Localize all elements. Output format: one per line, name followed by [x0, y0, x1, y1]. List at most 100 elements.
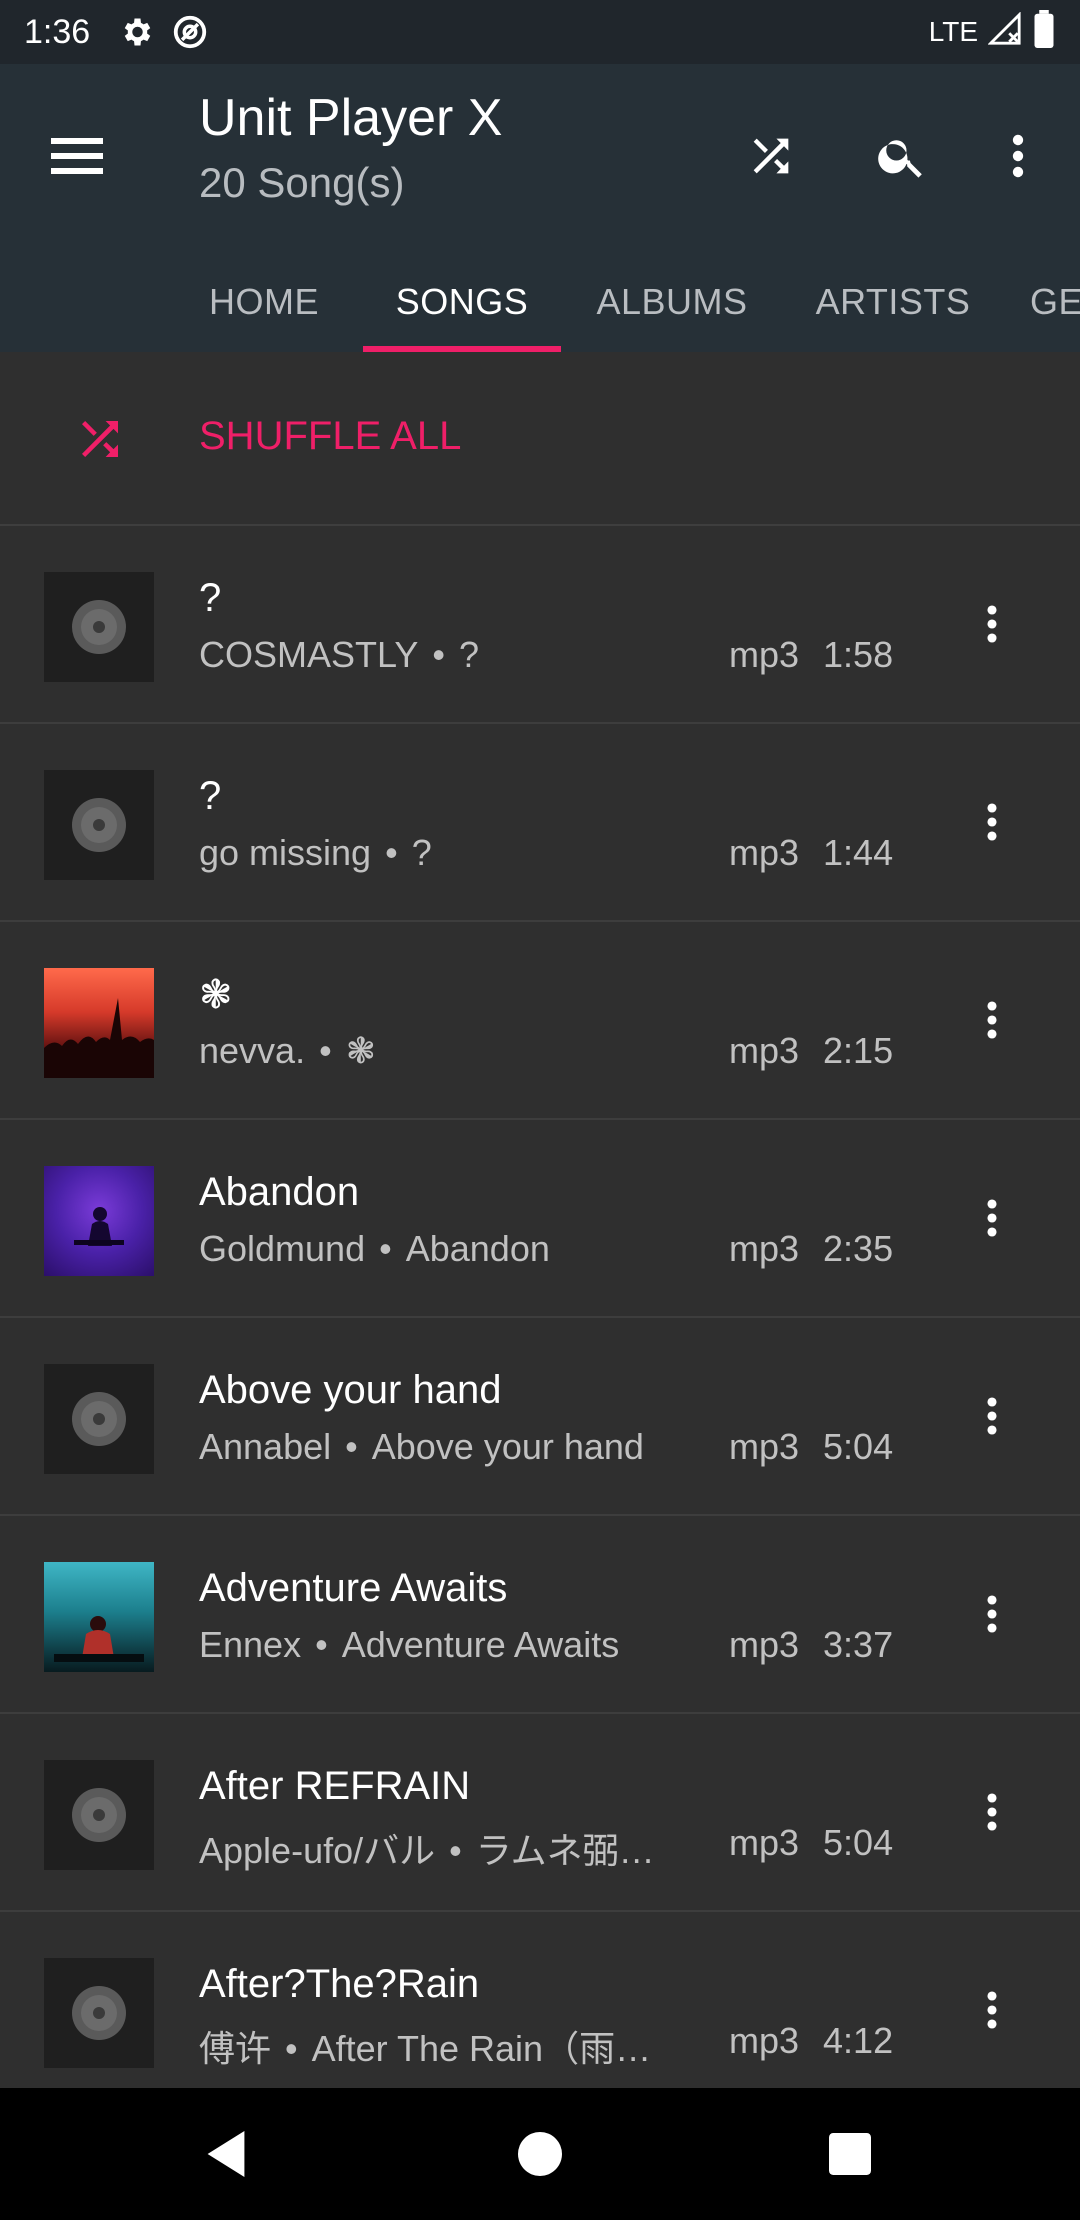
song-format: mp3 — [729, 1624, 800, 1665]
song-row[interactable]: Above your hand Annabel • Above your hand … — [0, 1318, 1080, 1516]
song-subtitle: go missing •? — [199, 832, 699, 874]
search-icon[interactable] — [858, 112, 946, 200]
separator: • — [379, 1228, 392, 1269]
separator: • — [449, 1830, 462, 1871]
song-more-icon[interactable] — [962, 980, 1022, 1060]
song-duration: 4:12 — [823, 2020, 894, 2061]
back-icon[interactable] — [186, 2118, 266, 2190]
song-title: ? — [199, 774, 222, 818]
song-artist: Ennex — [199, 1624, 302, 1665]
album-art — [44, 770, 154, 880]
tab-genres[interactable]: GE — [1030, 252, 1080, 352]
song-more-icon[interactable] — [962, 1574, 1022, 1654]
song-title: ❃ — [199, 973, 233, 1017]
song-format: mp3 — [729, 1228, 800, 1269]
song-more-icon[interactable] — [962, 1772, 1022, 1852]
tab-albums[interactable]: ALBUMS — [578, 252, 766, 352]
album-art — [44, 1760, 154, 1870]
tab-songs[interactable]: SONGS — [363, 252, 561, 352]
separator: • — [345, 1426, 358, 1467]
app-title: Unit Player X — [199, 89, 503, 147]
song-subtitle: 傅许 • After The Rain（雨… — [199, 2020, 699, 2072]
song-subtitle: nevva. • ❃ — [199, 1030, 699, 1072]
song-meta: mp3 1:44 — [729, 832, 893, 874]
song-subtitle: Annabel • Above your hand — [199, 1426, 699, 1468]
song-count: 20 Song(s) — [199, 159, 405, 206]
song-album: Abandon — [405, 1228, 550, 1269]
song-format: mp3 — [729, 2020, 800, 2061]
status-time: 1:36 — [24, 12, 91, 51]
disc-icon — [72, 600, 126, 654]
song-row[interactable]: Adventure Awaits Ennex • Adventure Awaits … — [0, 1516, 1080, 1714]
song-artist: Apple-ufo/バル — [199, 1830, 436, 1871]
disc-icon — [72, 1788, 126, 1842]
song-album: Above your hand — [371, 1426, 644, 1467]
song-more-icon[interactable] — [962, 782, 1022, 862]
album-art — [44, 968, 154, 1078]
song-artist: 傅许 — [199, 2028, 272, 2069]
song-duration: 3:37 — [823, 1624, 894, 1665]
album-art — [44, 1364, 154, 1474]
song-title: Adventure Awaits — [199, 1566, 508, 1610]
album-art — [44, 1166, 154, 1276]
song-format: mp3 — [729, 1822, 800, 1863]
song-artist: Annabel — [199, 1426, 332, 1467]
song-subtitle: Ennex • Adventure Awaits — [199, 1624, 699, 1666]
song-title: Abandon — [199, 1170, 360, 1214]
album-art — [44, 1562, 154, 1672]
song-more-icon[interactable] — [962, 1178, 1022, 1258]
song-meta: mp3 2:35 — [729, 1228, 893, 1270]
settings-icon — [116, 12, 156, 52]
separator: • — [319, 1030, 332, 1071]
song-title: Above your hand — [199, 1368, 502, 1412]
home-icon[interactable] — [500, 2118, 580, 2190]
tab-artists[interactable]: ARTISTS — [790, 252, 996, 352]
no-disturb-icon — [170, 12, 210, 52]
song-format: mp3 — [729, 1426, 800, 1467]
song-duration: 5:04 — [823, 1822, 894, 1863]
song-row[interactable]: ? COSMASTLY •? mp3 1:58 — [0, 526, 1080, 724]
menu-icon[interactable] — [40, 124, 114, 188]
song-artist: Goldmund — [199, 1228, 366, 1269]
song-duration: 2:35 — [823, 1228, 894, 1269]
system-nav-bar — [0, 2088, 1080, 2220]
song-more-icon[interactable] — [962, 1970, 1022, 2050]
song-meta: mp3 5:04 — [729, 1822, 893, 1864]
song-row[interactable]: After?The?Rain 傅许 • After The Rain（雨… mp3 4… — [0, 1912, 1080, 2110]
separator: • — [285, 2028, 298, 2069]
song-meta: mp3 5:04 — [729, 1426, 893, 1468]
song-title: After REFRAIN — [199, 1764, 471, 1808]
separator: • — [315, 1624, 328, 1665]
song-album: ラムネ弼… — [475, 1830, 655, 1871]
performer-image — [74, 1207, 124, 1246]
song-duration: 1:44 — [823, 832, 894, 873]
song-meta: mp3 1:58 — [729, 634, 893, 676]
song-row[interactable]: Abandon Goldmund • Abandon mp3 2:35 — [0, 1120, 1080, 1318]
song-meta: mp3 2:15 — [729, 1030, 893, 1072]
song-more-icon[interactable] — [962, 1376, 1022, 1456]
concert-image — [44, 998, 154, 1078]
tab-home[interactable]: HOME — [182, 252, 346, 352]
song-album: ? — [458, 634, 480, 675]
signal-icon — [987, 10, 1022, 53]
status-bar: 1:36 LTE — [0, 0, 1080, 64]
song-meta: mp3 4:12 — [729, 2020, 893, 2062]
recents-icon[interactable] — [810, 2118, 890, 2190]
tab-bar: HOME SONGS ALBUMS ARTISTS GE — [0, 252, 1080, 352]
song-format: mp3 — [729, 634, 800, 675]
app-bar: Unit Player X 20 Song(s) HOME SONGS ALBU… — [0, 64, 1080, 352]
song-row[interactable]: ❃ nevva. • ❃ mp3 2:15 — [0, 922, 1080, 1120]
disc-icon — [72, 1392, 126, 1446]
song-subtitle: Apple-ufo/バル • ラムネ弼… — [199, 1822, 699, 1874]
song-album: After The Rain（雨… — [311, 2028, 652, 2069]
disc-icon — [72, 798, 126, 852]
shuffle-icon[interactable] — [727, 112, 815, 200]
network-label: LTE — [928, 16, 978, 47]
song-more-icon[interactable] — [962, 584, 1022, 664]
more-vert-icon[interactable] — [974, 112, 1062, 200]
song-row[interactable]: After REFRAIN Apple-ufo/バル • ラムネ弼… mp3 5:04 — [0, 1714, 1080, 1912]
song-artist: nevva. — [199, 1030, 306, 1071]
song-row[interactable]: ? go missing •? mp3 1:44 — [0, 724, 1080, 922]
shuffle-all-button[interactable]: SHUFFLE ALL — [0, 352, 1080, 526]
song-list: ? COSMASTLY •? mp3 1:58 ? go missing •? mp3… — [0, 526, 1080, 2110]
